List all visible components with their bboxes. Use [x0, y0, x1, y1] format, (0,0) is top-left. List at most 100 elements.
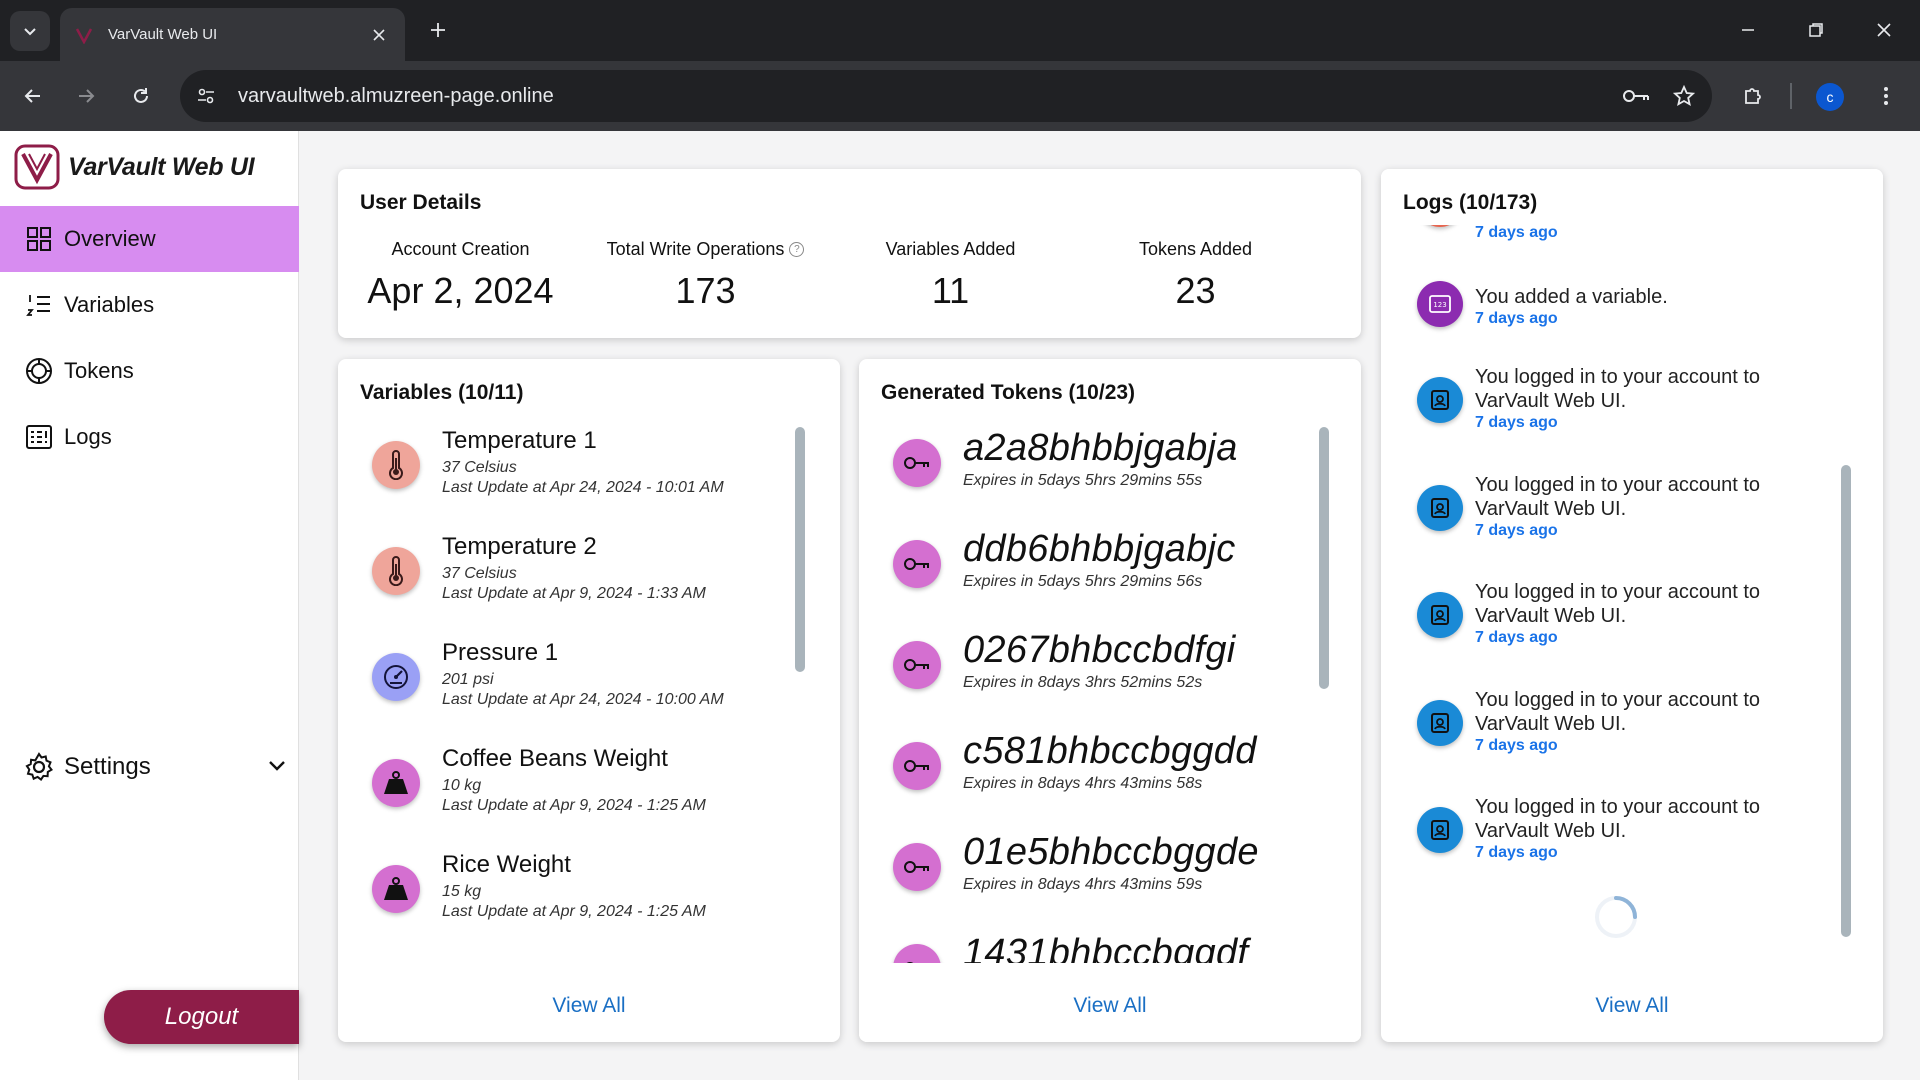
- token-value: c581bhbccbggdd: [963, 730, 1257, 772]
- token-expiry: Expires in 8days 3hrs 52mins 52s: [963, 674, 1203, 691]
- toolbar-divider: [1790, 83, 1792, 109]
- new-tab-button[interactable]: [420, 12, 456, 48]
- list-clip-edge: [338, 963, 840, 981]
- sidebar: VarVault Web UI Overview Variables Token…: [0, 131, 299, 1080]
- site-info-icon[interactable]: [186, 76, 226, 116]
- login-badge-icon: [1417, 807, 1463, 853]
- key-icon: [893, 843, 941, 891]
- variable-name: Rice Weight: [442, 851, 571, 878]
- tokens-scrollbar[interactable]: [1319, 427, 1329, 689]
- tokens-view-all-link[interactable]: View All: [859, 994, 1361, 1018]
- bookmark-star-icon[interactable]: [1664, 76, 1704, 116]
- logs-scrollbar[interactable]: [1841, 465, 1851, 937]
- browser-tab[interactable]: VarVault Web UI: [60, 8, 405, 61]
- stat-variables-added: Variables Added 11: [828, 239, 1073, 312]
- nav-item-overview[interactable]: Overview: [0, 206, 299, 272]
- variable-last-update: Last Update at Apr 9, 2024 - 1:33 AM: [442, 585, 706, 602]
- variables-title: Variables (10/11): [360, 381, 524, 404]
- log-item: You logged in to your account to VarVaul…: [1417, 688, 1827, 788]
- variables-scrollbar[interactable]: [795, 427, 805, 672]
- tokens-card: Generated Tokens (10/23) a2a8bhbbjgabja …: [859, 359, 1361, 1042]
- nav-label: Overview: [64, 226, 156, 251]
- variables-view-all-link[interactable]: View All: [338, 994, 840, 1018]
- token-item[interactable]: 01e5bhbccbggde Expires in 8days 4hrs 43m…: [893, 831, 1323, 931]
- browser-tab-strip: VarVault Web UI: [0, 0, 1920, 61]
- restore-button[interactable]: [1788, 10, 1844, 50]
- log-message: You logged in to your account to VarVaul…: [1475, 474, 1761, 520]
- stat-label: Variables Added: [885, 239, 1016, 259]
- token-item[interactable]: c581bhbccbggdd Expires in 8days 4hrs 43m…: [893, 730, 1323, 830]
- variable-name: Temperature 2: [442, 533, 597, 560]
- log-time: 7 days ago: [1475, 629, 1558, 646]
- nav-item-tokens[interactable]: Tokens: [0, 338, 299, 404]
- log-text: You logged in to your account to VarVaul…: [1475, 688, 1815, 756]
- variable-last-update: Last Update at Apr 24, 2024 - 10:01 AM: [442, 479, 724, 496]
- nav-label: Tokens: [64, 358, 134, 383]
- logs-view-all-link[interactable]: View All: [1381, 994, 1883, 1018]
- log-item: You logged in to your account to VarVaul…: [1417, 473, 1827, 573]
- token-value: 01e5bhbccbggde: [963, 831, 1259, 873]
- variable-item[interactable]: Rice Weight 15 kg Last Update at Apr 9, …: [372, 851, 792, 951]
- log-text: You logged in to your account to VarVaul…: [1475, 580, 1815, 648]
- minimize-button[interactable]: [1720, 10, 1776, 50]
- nav-item-variables[interactable]: Variables: [0, 272, 299, 338]
- plus-icon: [431, 23, 445, 37]
- log-text: You logged in to your account to VarVaul…: [1475, 473, 1815, 541]
- logout-button[interactable]: Logout: [104, 990, 299, 1044]
- variable-item[interactable]: Temperature 1 37 Celsius Last Update at …: [372, 427, 792, 527]
- token-item[interactable]: ddb6bhbbjgabjc Expires in 5days 5hrs 29m…: [893, 528, 1323, 628]
- kebab-menu-icon: [1884, 87, 1888, 105]
- token-item[interactable]: 0267bhbccbdfgi Expires in 8days 3hrs 52m…: [893, 629, 1323, 729]
- forward-button[interactable]: [68, 78, 104, 114]
- log-time: 7 days ago: [1475, 310, 1558, 327]
- browser-menu-button[interactable]: [1868, 78, 1904, 114]
- log-item: You logged in to your account to VarVaul…: [1417, 795, 1827, 895]
- stat-account-creation: Account Creation Apr 2, 2024: [338, 239, 583, 312]
- log-text: You logged in to your account to VarVaul…: [1475, 795, 1815, 863]
- stat-value: 11: [931, 270, 970, 311]
- variable-value: 37 Celsius: [442, 565, 517, 582]
- grid-icon: [24, 224, 54, 254]
- url-text[interactable]: varvaultweb.almuzreen-page.online: [238, 85, 1616, 108]
- token-expiry: Expires in 5days 5hrs 29mins 55s: [963, 472, 1203, 489]
- extensions-button[interactable]: [1735, 78, 1771, 114]
- gear-icon: [24, 752, 54, 782]
- token-item[interactable]: a2a8bhbbjgabja Expires in 5days 5hrs 29m…: [893, 427, 1323, 527]
- log-message: You logged in to your account to VarVaul…: [1475, 366, 1761, 412]
- profile-avatar[interactable]: c: [1816, 83, 1844, 111]
- log-message: You logged in to your account to VarVaul…: [1475, 796, 1761, 842]
- log-time: 7 days ago: [1475, 414, 1558, 431]
- close-window-button[interactable]: [1856, 10, 1912, 50]
- variable-name: Temperature 1: [442, 427, 597, 454]
- varvault-favicon-icon: [74, 25, 94, 45]
- key-icon: [893, 439, 941, 487]
- arrow-right-icon: [79, 89, 95, 103]
- brand[interactable]: VarVault Web UI: [14, 144, 255, 190]
- reload-button[interactable]: [123, 78, 159, 114]
- log-item: You logged in to your account to VarVaul…: [1417, 580, 1827, 680]
- nav-item-logs[interactable]: Logs: [0, 404, 299, 470]
- varvault-logo-icon: [14, 144, 60, 190]
- stat-label-row: Total Write Operations ?: [583, 239, 828, 260]
- variable-item[interactable]: Temperature 2 37 Celsius Last Update at …: [372, 533, 792, 633]
- address-bar[interactable]: varvaultweb.almuzreen-page.online: [180, 70, 1712, 122]
- log-text: You added a variable. 7 days ago: [1475, 285, 1815, 329]
- variable-value: 37 Celsius: [442, 459, 517, 476]
- stat-total-write-operations: Total Write Operations ? 173: [583, 239, 828, 312]
- variable-item[interactable]: Pressure 1 201 psi Last Update at Apr 24…: [372, 639, 792, 739]
- password-key-icon[interactable]: [1616, 76, 1656, 116]
- close-icon: [1877, 23, 1891, 37]
- log-message: You logged in to your account to VarVaul…: [1475, 581, 1761, 627]
- svg-text:123: 123: [1433, 301, 1446, 309]
- back-button[interactable]: [15, 78, 51, 114]
- restore-icon: [1809, 23, 1823, 37]
- settings-menu[interactable]: Settings: [0, 742, 299, 792]
- tab-search-button[interactable]: [10, 11, 50, 51]
- login-badge-icon: [1417, 592, 1463, 638]
- close-tab-icon[interactable]: [367, 23, 391, 47]
- variable-item[interactable]: Coffee Beans Weight 10 kg Last Update at…: [372, 745, 792, 845]
- weight-icon: [372, 865, 420, 913]
- list-numbered-icon: [24, 290, 54, 320]
- help-icon[interactable]: ?: [789, 242, 805, 257]
- stat-value: 23: [1175, 270, 1216, 311]
